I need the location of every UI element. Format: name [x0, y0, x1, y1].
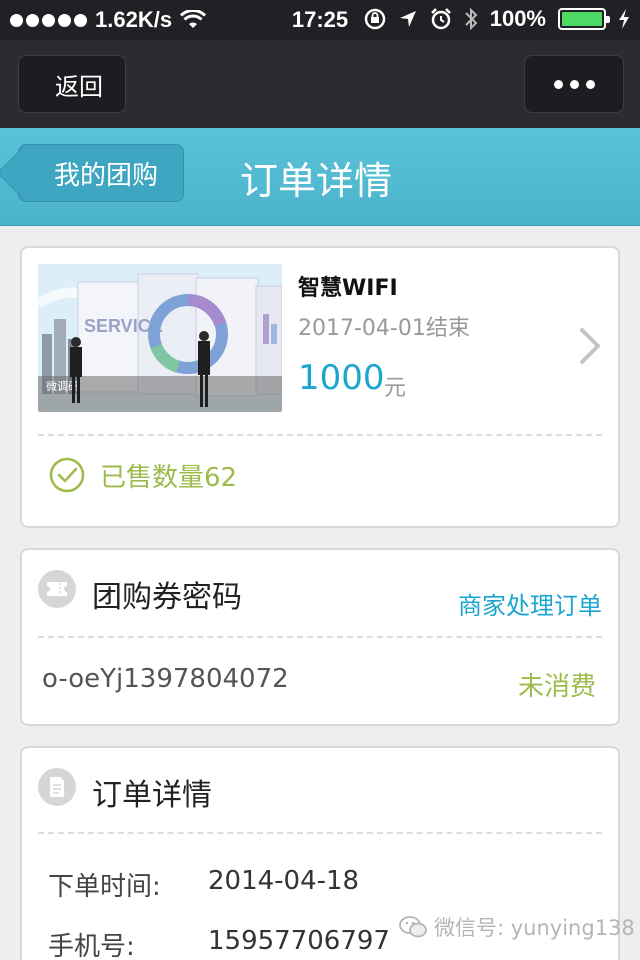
page-title: 订单详情 — [240, 159, 393, 203]
product-end-date: 2017-04-01结束 — [298, 316, 470, 341]
divider — [38, 636, 602, 638]
battery-percent: 100% — [489, 6, 546, 31]
bluetooth-icon — [465, 7, 478, 31]
voucher-title: 团购券密码 — [92, 580, 242, 615]
charging-icon — [619, 9, 629, 29]
chevron-right-icon[interactable] — [578, 326, 602, 366]
my-group-purchases-button[interactable]: 我的团购 — [0, 144, 184, 202]
check-circle-icon — [49, 457, 85, 493]
alarm-icon — [430, 8, 451, 30]
more-dots-icon — [553, 79, 563, 89]
document-icon — [38, 768, 76, 806]
phone-value: 15957706797 — [208, 926, 390, 956]
watermark-text: 微信号: yunying138 — [434, 916, 635, 940]
price-unit: 元 — [384, 376, 407, 401]
page-header: 我的团购 订单详情 — [0, 128, 640, 226]
voucher-code: o-oeYj1397804072 — [42, 664, 289, 694]
order-time-value: 2014-04-18 — [208, 866, 360, 896]
product-price: 1000 — [298, 358, 385, 398]
battery-icon — [558, 8, 610, 30]
status-right: 100% — [364, 6, 630, 32]
location-icon — [399, 11, 416, 27]
sold-count-row: 已售数量62 — [48, 456, 237, 494]
my-group-purchases-label: 我的团购 — [53, 160, 158, 191]
back-button-label: 返回 — [55, 72, 103, 101]
navbar: 返回 — [0, 40, 640, 128]
ticket-icon — [38, 570, 76, 608]
voucher-status: 未消费 — [517, 672, 596, 702]
divider — [38, 434, 602, 436]
divider — [38, 832, 602, 834]
order-time-label: 下单时间: — [48, 872, 161, 902]
back-button[interactable]: 返回 — [18, 55, 126, 113]
sold-count: 已售数量62 — [100, 462, 238, 493]
wechat-logo-icon — [399, 916, 427, 938]
more-options-button[interactable] — [524, 55, 624, 113]
status-bar: 1.62K/s 17:25 100% — [0, 0, 640, 40]
rotation-lock-icon — [364, 8, 385, 30]
wechat-watermark: 微信号: yunying138 — [398, 912, 635, 942]
voucher-card: 团购券密码 商家处理订单 o-oeYj1397804072 未消费 — [20, 548, 620, 726]
product-card[interactable]: SERVICE 微调研 智慧WIFI 2017-04-01结束 1000 元 已… — [20, 246, 620, 528]
order-detail-title: 订单详情 — [92, 778, 212, 813]
merchant-process-order-link[interactable]: 商家处理订单 — [458, 586, 602, 621]
product-name: 智慧WIFI — [298, 276, 398, 301]
product-image: SERVICE 微调研 — [38, 264, 282, 412]
phone-label: 手机号: — [48, 932, 135, 960]
